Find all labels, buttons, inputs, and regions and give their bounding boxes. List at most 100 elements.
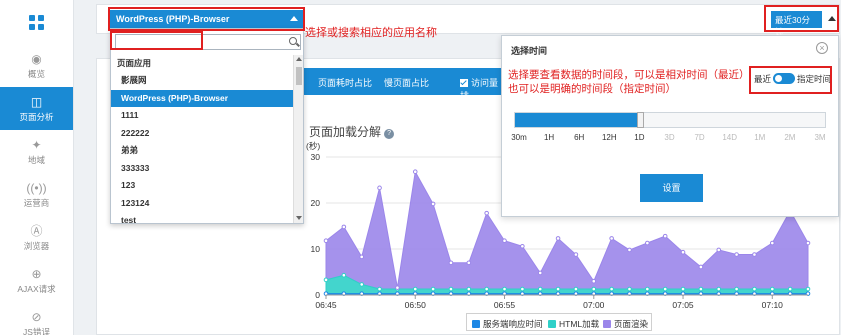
time-range-button[interactable]: 最近30分钟 <box>771 11 822 37</box>
data-point <box>341 224 347 230</box>
slider-handle[interactable] <box>637 112 645 128</box>
legend-item-html[interactable]: HTML加载 <box>548 318 599 330</box>
data-point <box>430 201 436 207</box>
tab-load-time-ratio[interactable]: 页面耗时占比 <box>318 76 372 89</box>
tab-slow-page-ratio[interactable]: 慢页面占比 <box>384 76 429 89</box>
caret-up-icon <box>290 16 298 21</box>
time-tick[interactable]: 3D <box>664 133 674 142</box>
app-select-label: WordPress (PHP)-Browser <box>116 14 230 24</box>
app-list-item[interactable]: test <box>111 212 295 223</box>
data-point <box>484 210 489 216</box>
sidebar-item-label: 概览 <box>27 68 45 79</box>
ajax-globe-icon: ⊕ <box>31 266 42 281</box>
data-point <box>466 286 472 292</box>
data-point <box>752 252 757 257</box>
app-select-dropdown[interactable]: WordPress (PHP)-Browser <box>110 10 304 28</box>
x-tick-label: 06:55 <box>494 300 516 310</box>
sidebar-item[interactable]: ◫ 页面分析 <box>0 87 73 130</box>
data-point <box>377 286 382 292</box>
legend-item-server[interactable]: 服务端响应时间 <box>472 318 543 330</box>
apply-button[interactable]: 设置 <box>640 174 703 202</box>
time-range-slider[interactable] <box>514 112 826 128</box>
app-menu-grid-icon[interactable] <box>0 0 73 44</box>
help-icon[interactable]: ? <box>384 129 395 139</box>
data-point <box>341 272 347 278</box>
data-point <box>645 240 650 246</box>
data-point <box>537 270 543 276</box>
data-point <box>680 249 686 255</box>
app-list-item[interactable]: WordPress (PHP)-Browser <box>111 89 295 107</box>
legend-item-render[interactable]: 页面渲染 <box>603 318 648 330</box>
app-list: 页面应用 影展网 WordPress (PHP)-Browser 1111 22222… <box>111 55 295 223</box>
app-list-item[interactable]: 123124 <box>111 195 295 213</box>
sidebar-item[interactable]: ⊕ AJAX请求 <box>0 259 73 302</box>
sidebar-item[interactable]: ⊘ JS错误 <box>0 302 73 335</box>
time-mode-toggle[interactable] <box>773 73 796 84</box>
annotation-time-note: 选择要查看数据的时间段，可以是相对时间（最近） 也可以是明确的时间段（指定时间） <box>508 68 753 96</box>
data-point <box>412 169 418 175</box>
search-icon[interactable] <box>289 37 297 45</box>
sidebar-item-label: AJAX请求 <box>17 283 56 294</box>
page-analysis-icon: ◫ <box>30 94 43 109</box>
time-tick[interactable]: 2M <box>784 133 795 142</box>
sidebar-item[interactable]: Ⓐ 浏览器 <box>0 216 73 259</box>
sidebar-item-label: 地域 <box>27 154 45 165</box>
sidebar-item[interactable]: ((•)) 运营商 <box>0 173 73 216</box>
close-icon[interactable]: × <box>816 42 828 54</box>
app-list-item[interactable]: 222222 <box>111 125 295 143</box>
annotation-select-hint: 选择或搜索相应的应用名称 <box>305 27 437 39</box>
data-point <box>466 260 472 266</box>
app-list-item[interactable]: 影展网 <box>111 72 295 90</box>
legend-swatch <box>548 320 556 328</box>
app-search-input[interactable] <box>116 35 281 49</box>
time-tick[interactable]: 7D <box>694 133 704 142</box>
time-tick[interactable]: 14D <box>722 133 737 142</box>
sidebar-item[interactable]: ◉ 概览 <box>0 44 73 87</box>
data-point <box>769 286 775 292</box>
legend-swatch <box>603 320 611 328</box>
time-tick[interactable]: 1M <box>754 133 765 142</box>
data-point <box>734 252 739 257</box>
sidebar-item[interactable]: ✦ 地域 <box>0 130 73 173</box>
app-list-item[interactable]: 弟弟 <box>111 142 295 160</box>
time-tick[interactable]: 1D <box>634 133 644 142</box>
data-point <box>502 238 507 244</box>
scroll-up-icon[interactable] <box>296 57 302 61</box>
scroll-down-icon[interactable] <box>296 216 302 220</box>
legend-swatch <box>472 320 480 328</box>
data-point <box>805 240 811 246</box>
y-tick-label: 20 <box>311 198 321 208</box>
app-dropdown-panel: 页面应用 影展网 WordPress (PHP)-Browser 1111 22222… <box>110 28 304 224</box>
scroll-thumb[interactable] <box>296 67 302 85</box>
caret-up-icon[interactable] <box>828 16 836 21</box>
data-point <box>323 238 329 244</box>
time-picker-popup: 选择时间 × 选择要查看数据的时间段，可以是相对时间（最近） 也可以是明确的时间… <box>501 35 839 217</box>
toggle-label-specific: 指定时间 <box>797 74 832 84</box>
data-point <box>716 247 722 253</box>
time-tick[interactable]: 6H <box>574 133 584 142</box>
y-tick-label: 30 <box>311 152 321 162</box>
time-tick[interactable]: 30m <box>511 133 527 142</box>
data-point <box>484 286 489 292</box>
sidebar-item-label: JS错误 <box>23 326 50 335</box>
data-point <box>359 254 365 260</box>
legend-label-render: 页面渲染 <box>614 319 649 329</box>
app-list-item[interactable]: 123 <box>111 177 295 195</box>
dropdown-scrollbar[interactable] <box>293 55 303 223</box>
y-tick-label: 10 <box>311 244 321 254</box>
app-list-item[interactable]: 333333 <box>111 160 295 178</box>
data-point <box>591 278 597 284</box>
app-list-item[interactable]: 1111 <box>111 107 295 125</box>
data-point <box>555 236 561 241</box>
chart-legend: 服务端响应时间 HTML加载 页面渲染 <box>466 313 652 331</box>
time-tick[interactable]: 1H <box>544 133 554 142</box>
data-point <box>769 240 775 246</box>
data-point <box>502 286 507 292</box>
time-range-ticks: 30m 1H 6H 12H 1D 3D 7D 14D 1M 2M 3M <box>502 133 840 153</box>
tab-strip: 页面耗时占比 慢页面占比 访问量排 <box>300 68 506 101</box>
x-tick-label: 06:50 <box>405 300 427 310</box>
visits-checkbox[interactable]: 访问量排 <box>460 76 506 102</box>
data-point <box>698 264 704 270</box>
time-tick[interactable]: 3M <box>814 133 825 142</box>
time-tick[interactable]: 12H <box>602 133 617 142</box>
